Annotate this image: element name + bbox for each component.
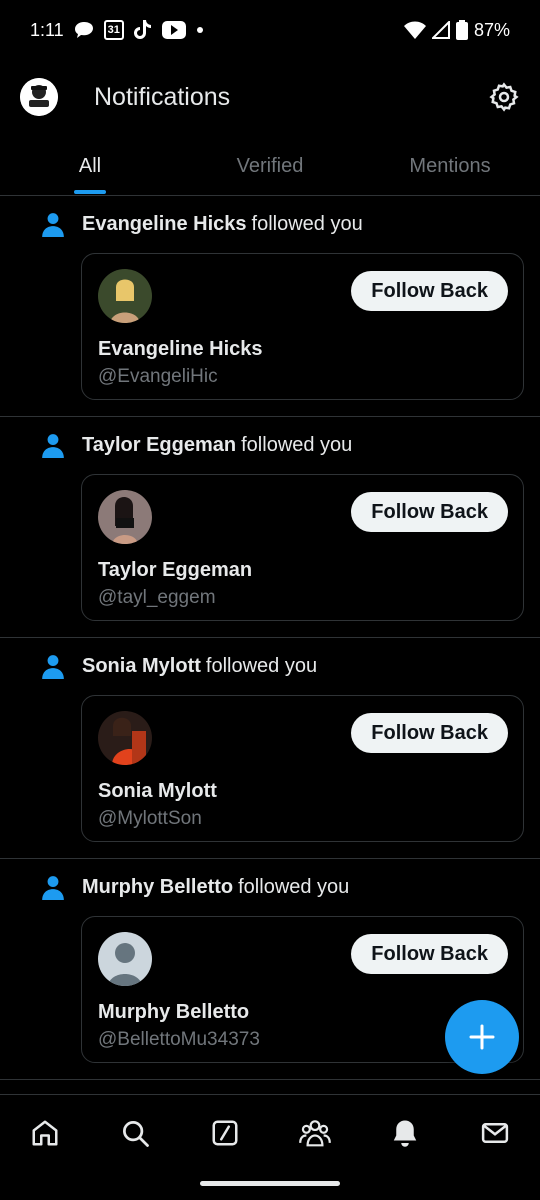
calendar-day: 31: [107, 24, 120, 36]
notification-action: followed you: [251, 212, 363, 235]
tab-label: Mentions: [409, 155, 491, 177]
status-bar: 1:11 31 87%: [0, 0, 540, 60]
follow-back-button[interactable]: Follow Back: [351, 492, 508, 532]
dot-icon: [196, 26, 204, 34]
grok-icon: [212, 1120, 238, 1145]
tab-label: Verified: [236, 155, 304, 177]
signal-icon: [431, 21, 450, 39]
youtube-icon: [161, 21, 186, 39]
notification-user-name[interactable]: Evangeline Hicks: [82, 213, 247, 236]
follow-back-button[interactable]: Follow Back: [351, 713, 508, 753]
avatar[interactable]: [98, 490, 152, 544]
communities-icon: [299, 1119, 331, 1146]
tab-all[interactable]: All: [0, 138, 180, 195]
gear-icon[interactable]: [488, 81, 520, 113]
default-avatar-icon[interactable]: [98, 932, 152, 986]
wifi-icon: [403, 21, 426, 39]
page-title: Notifications: [94, 82, 231, 111]
plus-icon: [469, 1024, 495, 1050]
tab-label: All: [78, 155, 102, 177]
home-indicator[interactable]: [200, 1181, 340, 1186]
tab-verified[interactable]: Verified: [180, 138, 360, 195]
user-card[interactable]: Follow Back Sonia Mylott @MylottSon: [81, 695, 524, 842]
notification-item[interactable]: Evangeline Hicks followed you Follow Bac…: [0, 196, 540, 417]
nav-home[interactable]: [15, 1103, 75, 1163]
user-card[interactable]: Follow Back Evangeline Hicks @EvangeliHi…: [81, 253, 524, 400]
card-user-handle: @tayl_eggem: [98, 587, 216, 608]
top-bar: Notifications: [0, 62, 540, 132]
notification-feed[interactable]: Evangeline Hicks followed you Follow Bac…: [0, 196, 540, 1080]
notifications-bell-icon: [393, 1120, 417, 1147]
card-user-handle: @BellettoMu34373: [98, 1029, 260, 1050]
tiktok-icon: [133, 20, 152, 40]
card-user-name[interactable]: Sonia Mylott: [98, 780, 217, 803]
notification-action: followed you: [205, 654, 318, 677]
messages-icon: [481, 1122, 509, 1143]
notification-action: followed you: [238, 875, 350, 898]
card-user-name[interactable]: Taylor Eggeman: [98, 559, 252, 582]
card-user-handle: @EvangeliHic: [98, 366, 218, 387]
bottom-nav: [0, 1094, 540, 1170]
status-time: 1:11: [30, 19, 64, 40]
calendar-icon: 31: [103, 20, 124, 40]
avatar[interactable]: [98, 269, 152, 323]
nav-communities[interactable]: [285, 1103, 345, 1163]
card-user-handle: @MylottSon: [98, 808, 202, 829]
notification-item[interactable]: Sonia Mylott followed you Follow Back So…: [0, 638, 540, 859]
profile-avatar[interactable]: [20, 78, 58, 116]
follow-back-button[interactable]: Follow Back: [351, 934, 508, 974]
person-icon: [42, 876, 64, 900]
person-icon: [42, 213, 64, 237]
battery-icon: [455, 20, 468, 40]
follow-back-button[interactable]: Follow Back: [351, 271, 508, 311]
tab-bar: All Verified Mentions: [0, 138, 540, 196]
card-user-name[interactable]: Evangeline Hicks: [98, 338, 263, 361]
battery-percent: 87%: [473, 19, 510, 40]
nav-grok[interactable]: [195, 1103, 255, 1163]
nav-search[interactable]: [105, 1103, 165, 1163]
nav-notifications[interactable]: [375, 1103, 435, 1163]
notification-user-name[interactable]: Taylor Eggeman: [82, 434, 236, 457]
chat-bubble-icon: [74, 21, 94, 39]
notification-user-name[interactable]: Sonia Mylott: [82, 655, 201, 678]
notification-user-name[interactable]: Murphy Belletto: [82, 876, 233, 899]
user-card[interactable]: Follow Back Taylor Eggeman @tayl_eggem: [81, 474, 524, 621]
avatar[interactable]: [98, 711, 152, 765]
notification-item[interactable]: Taylor Eggeman followed you Follow Back …: [0, 417, 540, 638]
tab-mentions[interactable]: Mentions: [360, 138, 540, 195]
search-icon: [123, 1120, 149, 1147]
nav-messages[interactable]: [465, 1103, 525, 1163]
person-icon: [42, 655, 64, 679]
home-icon: [32, 1120, 58, 1145]
notification-action: followed you: [241, 433, 353, 456]
person-icon: [42, 434, 64, 458]
card-user-name[interactable]: Murphy Belletto: [98, 1001, 249, 1024]
compose-button[interactable]: [445, 1000, 519, 1074]
